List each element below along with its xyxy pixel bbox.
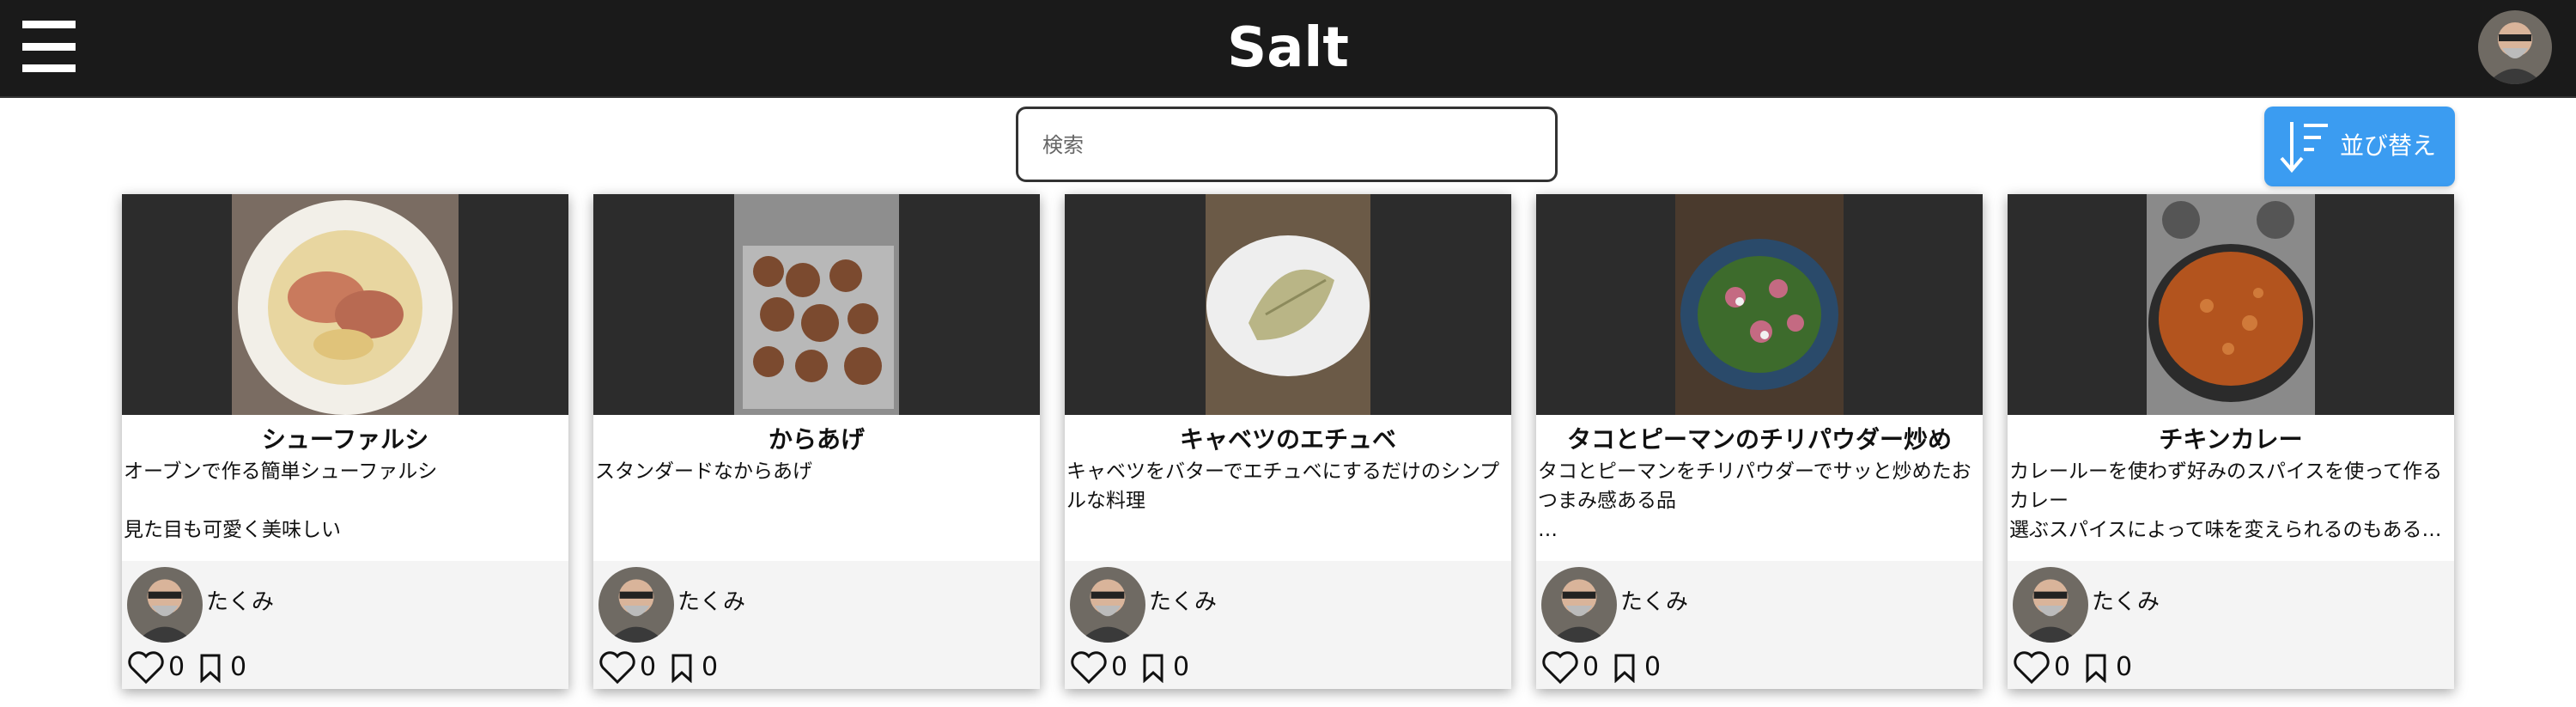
author-name[interactable]: たくみ [206,587,274,618]
card-footer: たくみ 0 0 [1065,561,1511,689]
recipe-photo [593,194,1040,415]
bookmark-icon[interactable] [199,654,222,683]
sort-label: 並び替え [2340,131,2437,160]
recipe-card[interactable]: シューファルシ オーブンで作る簡単シューファルシ 見た目も可愛く美味しい たくみ… [122,194,568,689]
heart-icon[interactable] [2013,650,2050,685]
author-avatar[interactable] [1070,567,1145,643]
app-title: Salt [1227,16,1349,80]
heart-icon[interactable] [1070,650,1108,685]
recipe-description: タコとピーマンをチリパウダーでサッと炒めたおつまみ感ある品 … [1538,460,1971,541]
bookmark-icon[interactable] [1613,654,1636,683]
author-name[interactable]: たくみ [1149,587,1217,618]
author-name[interactable]: たくみ [1620,587,1688,618]
recipe-card[interactable]: キャベツのエチュベ キャベツをバターでエチュベにするだけのシンプルな料理 たくみ… [1065,194,1511,689]
search-input[interactable] [1041,109,1525,181]
bookmark-count: 0 [2116,652,2133,682]
recipe-description: キャベツをバターでエチュベにするだけのシンプルな料理 [1066,460,1500,512]
like-count: 0 [168,652,185,682]
search-box [1016,107,1558,182]
author-avatar[interactable] [127,567,203,643]
bookmark-count: 0 [1173,652,1190,682]
bookmark-count: 0 [230,652,247,682]
recipe-title: シューファルシ [261,425,429,454]
heart-icon[interactable] [127,650,165,685]
app-header: Salt [0,0,2576,98]
sort-descending-icon [2280,122,2328,174]
author-name[interactable]: たくみ [2092,587,2160,618]
like-count: 0 [1583,652,1600,682]
bookmark-icon[interactable] [1142,654,1164,683]
heart-icon[interactable] [1541,650,1579,685]
like-count: 0 [2054,652,2071,682]
recipe-description: カレールーを使わず好みのスパイスを使って作るカレー 選ぶスパイスによって味を変え… [2009,460,2443,541]
recipe-photo [1536,194,1983,415]
recipe-photo [2008,194,2454,415]
recipe-photo [122,194,568,415]
recipe-description: オーブンで作る簡単シューファルシ 見た目も可愛く美味しい [124,460,438,541]
recipe-title: からあげ [768,425,865,454]
like-count: 0 [640,652,657,682]
bookmark-count: 0 [702,652,719,682]
card-footer: たくみ 0 0 [1536,561,1983,689]
recipe-card[interactable]: チキンカレー カレールーを使わず好みのスパイスを使って作るカレー 選ぶスパイスに… [2008,194,2454,689]
like-count: 0 [1111,652,1128,682]
card-footer: たくみ 0 0 [593,561,1040,689]
bookmark-count: 0 [1644,652,1662,682]
bookmark-icon[interactable] [671,654,693,683]
author-name[interactable]: たくみ [677,587,745,618]
card-footer: たくみ 0 0 [122,561,568,689]
bookmark-icon[interactable] [2085,654,2107,683]
recipe-card[interactable]: タコとピーマンのチリパウダー炒め タコとピーマンをチリパウダーでサッと炒めたおつ… [1536,194,1983,689]
recipe-title: キャベツのエチュベ [1179,425,1396,454]
recipe-title: タコとピーマンのチリパウダー炒め [1566,425,1952,454]
user-avatar[interactable] [2478,10,2552,84]
sort-button[interactable]: 並び替え [2264,107,2455,186]
author-avatar[interactable] [598,567,674,643]
author-avatar[interactable] [1541,567,1617,643]
recipe-title: チキンカレー [2159,425,2303,454]
recipe-card[interactable]: からあげ スタンダードなからあげ たくみ 0 0 [593,194,1040,689]
card-footer: たくみ 0 0 [2008,561,2454,689]
author-avatar[interactable] [2013,567,2088,643]
recipe-photo [1065,194,1511,415]
recipe-description: スタンダードなからあげ [595,460,812,483]
heart-icon[interactable] [598,650,636,685]
